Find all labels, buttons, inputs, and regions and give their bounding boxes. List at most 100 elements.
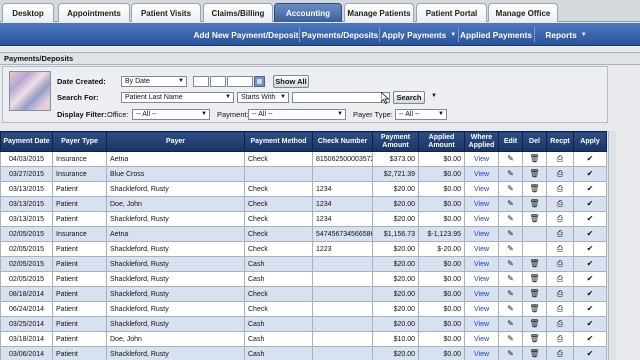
trash-icon[interactable]: 🗑	[529, 305, 539, 313]
view-link[interactable]: View	[464, 211, 499, 227]
table-row[interactable]: 03/06/2014 Patient Shackleford, Rusty Cash $…	[0, 346, 607, 360]
checkmark-icon[interactable]: ✔	[587, 170, 594, 178]
applied-payments-button[interactable]: Applied Payments	[459, 23, 533, 46]
column-header-payer[interactable]: Payer	[106, 131, 245, 152]
view-link[interactable]: View	[464, 316, 499, 332]
table-row[interactable]: 02/05/2015 Patient Shackleford, Rusty Check…	[0, 241, 607, 257]
apply-payments-menu[interactable]: Apply Payments ▼	[380, 23, 458, 46]
pencil-icon[interactable]: ✎	[507, 320, 514, 328]
table-row[interactable]: 06/24/2014 Patient Shackleford, Rusty Check…	[0, 301, 607, 317]
printer-icon[interactable]: ⎙	[557, 260, 563, 268]
payment-select[interactable]: -- All -- ▼	[248, 109, 346, 120]
tab-accounting[interactable]: Accounting	[274, 3, 342, 22]
trash-icon[interactable]: 🗑	[529, 185, 539, 193]
table-row[interactable]: 02/05/2015 Insurance Aetna Check 54745673456…	[0, 226, 607, 242]
table-row[interactable]: 08/18/2014 Patient Shackleford, Rusty Check…	[0, 286, 607, 302]
chevron-down-icon[interactable]: ▼	[431, 93, 437, 99]
trash-icon[interactable]: 🗑	[529, 275, 539, 283]
checkmark-icon[interactable]: ✔	[587, 275, 594, 283]
printer-icon[interactable]: ⎙	[557, 170, 563, 178]
trash-icon[interactable]: 🗑	[529, 155, 539, 163]
search-button[interactable]: Search	[393, 91, 425, 104]
trash-icon[interactable]: 🗑	[529, 170, 539, 178]
view-link[interactable]: View	[464, 226, 499, 242]
pencil-icon[interactable]: ✎	[507, 290, 514, 298]
view-link[interactable]: View	[464, 286, 499, 302]
date-created-select[interactable]: By Date ▼	[121, 76, 187, 87]
column-header-payer-type[interactable]: Payer Type	[52, 131, 107, 152]
tab-claims-billing[interactable]: Claims/Billing	[203, 3, 273, 22]
checkmark-icon[interactable]: ✔	[587, 230, 594, 238]
reports-menu[interactable]: Reports ▼	[538, 23, 594, 46]
table-row[interactable]: 03/25/2014 Patient Shackleford, Rusty Cash $…	[0, 316, 607, 332]
pencil-icon[interactable]: ✎	[507, 170, 514, 178]
checkmark-icon[interactable]: ✔	[587, 185, 594, 193]
table-row[interactable]: 02/05/2015 Patient Shackleford, Rusty Cash $…	[0, 256, 607, 272]
search-field-select[interactable]: Patient Last Name ▼	[121, 92, 234, 103]
tab-appointments[interactable]: Appointments	[58, 3, 130, 22]
checkmark-icon[interactable]: ✔	[587, 245, 594, 253]
checkmark-icon[interactable]: ✔	[587, 200, 594, 208]
printer-icon[interactable]: ⎙	[557, 200, 563, 208]
printer-icon[interactable]: ⎙	[557, 155, 563, 163]
trash-icon[interactable]: 🗑	[529, 215, 539, 223]
view-link[interactable]: View	[464, 181, 499, 197]
trash-icon[interactable]: 🗑	[529, 260, 539, 268]
printer-icon[interactable]: ⎙	[557, 305, 563, 313]
printer-icon[interactable]: ⎙	[557, 335, 563, 343]
view-link[interactable]: View	[464, 256, 499, 272]
pencil-icon[interactable]: ✎	[507, 260, 514, 268]
table-row[interactable]: 03/18/2014 Patient Doe, John Cash $10.00 $0.0…	[0, 331, 607, 347]
tab-manage-office[interactable]: Manage Office	[488, 3, 558, 22]
trash-icon[interactable]: 🗑	[529, 335, 539, 343]
checkmark-icon[interactable]: ✔	[587, 305, 594, 313]
view-link[interactable]: View	[464, 271, 499, 287]
table-row[interactable]: 03/13/2015 Patient Doe, John Check 1234 $20.0…	[0, 196, 607, 212]
tab-desktop[interactable]: Desktop	[2, 3, 54, 22]
printer-icon[interactable]: ⎙	[557, 290, 563, 298]
table-row[interactable]: 03/13/2015 Patient Shackleford, Rusty Check…	[0, 181, 607, 197]
printer-icon[interactable]: ⎙	[557, 215, 563, 223]
table-row[interactable]: 02/05/2015 Patient Shackleford, Rusty Cash $…	[0, 271, 607, 287]
printer-icon[interactable]: ⎙	[557, 350, 563, 358]
tab-patient-visits[interactable]: Patient Visits	[131, 3, 201, 22]
pencil-icon[interactable]: ✎	[507, 215, 514, 223]
pencil-icon[interactable]: ✎	[507, 230, 514, 238]
column-header-payment-amount[interactable]: Payment Amount	[372, 131, 419, 152]
printer-icon[interactable]: ⎙	[557, 185, 563, 193]
office-select[interactable]: -- All -- ▼	[132, 109, 210, 120]
search-mode-select[interactable]: Starts With ▼	[237, 92, 289, 103]
table-row[interactable]: 04/03/2015 Insurance Aetna Check 81506250000…	[0, 151, 607, 167]
checkmark-icon[interactable]: ✔	[587, 260, 594, 268]
pencil-icon[interactable]: ✎	[507, 275, 514, 283]
add-new-payment-button[interactable]: Add New Payment/Deposit	[193, 23, 298, 46]
view-link[interactable]: View	[464, 196, 499, 212]
table-row[interactable]: 03/27/2015 Insurance Blue Cross $2,721.39 $0…	[0, 166, 607, 182]
checkmark-icon[interactable]: ✔	[587, 290, 594, 298]
payments-deposits-button[interactable]: Payments/Deposits	[301, 23, 379, 46]
checkmark-icon[interactable]: ✔	[587, 335, 594, 343]
checkmark-icon[interactable]: ✔	[587, 350, 594, 358]
checkmark-icon[interactable]: ✔	[587, 215, 594, 223]
table-row[interactable]: 03/13/2015 Patient Shackleford, Rusty Check…	[0, 211, 607, 227]
trash-icon[interactable]: 🗑	[529, 320, 539, 328]
pencil-icon[interactable]: ✎	[507, 305, 514, 313]
column-header-applied-amount[interactable]: Applied Amount	[418, 131, 465, 152]
printer-icon[interactable]: ⎙	[557, 230, 563, 238]
calendar-icon[interactable]: ▦	[254, 76, 265, 87]
date-part-field[interactable]	[227, 76, 253, 87]
view-link[interactable]: View	[464, 346, 499, 360]
tab-patient-portal[interactable]: Patient Portal	[416, 3, 487, 22]
date-part-field[interactable]	[193, 76, 209, 87]
pencil-icon[interactable]: ✎	[507, 155, 514, 163]
view-link[interactable]: View	[464, 151, 499, 167]
search-input[interactable]	[292, 92, 390, 103]
trash-icon[interactable]: 🗑	[529, 350, 539, 358]
trash-icon[interactable]: 🗑	[529, 200, 539, 208]
trash-icon[interactable]: 🗑	[529, 290, 539, 298]
tab-manage-patients[interactable]: Manage Patients	[344, 3, 414, 22]
date-part-field[interactable]	[210, 76, 226, 87]
pencil-icon[interactable]: ✎	[507, 350, 514, 358]
view-link[interactable]: View	[464, 166, 499, 182]
view-link[interactable]: View	[464, 241, 499, 257]
